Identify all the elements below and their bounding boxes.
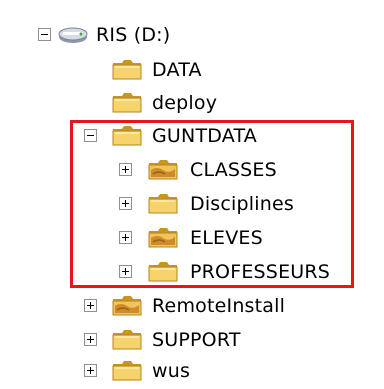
folder-icon	[147, 259, 181, 285]
tree-node-data[interactable]: DATA	[0, 55, 260, 85]
tree-node-label: ELEVES	[190, 227, 263, 249]
tree-node-label: CLASSES	[190, 159, 277, 181]
tree-node-label: DATA	[152, 59, 202, 81]
folder-icon	[111, 90, 145, 116]
tree-node-ris-drive[interactable]: RIS (D:)	[0, 20, 260, 50]
expand-toggle[interactable]	[84, 299, 97, 312]
folder-tree: RIS (D:) DATA deploy GUNTDATA CLASSES Di…	[0, 0, 384, 385]
shared-folder-icon	[111, 293, 145, 319]
folder-icon	[111, 57, 145, 83]
expand-toggle[interactable]	[119, 197, 132, 210]
tree-node-eleves[interactable]: ELEVES	[0, 223, 340, 253]
folder-icon	[111, 358, 145, 384]
tree-node-guntdata[interactable]: GUNTDATA	[0, 121, 340, 151]
tree-node-professeurs[interactable]: PROFESSEURS	[0, 257, 350, 287]
folder-icon	[111, 327, 145, 353]
tree-node-disciplines[interactable]: Disciplines	[0, 189, 340, 219]
collapse-toggle[interactable]	[84, 129, 97, 142]
folder-icon	[111, 123, 145, 149]
tree-node-wus[interactable]: wus	[0, 356, 320, 386]
shared-folder-icon	[147, 225, 181, 251]
tree-node-label: Disciplines	[190, 193, 294, 215]
tree-node-support[interactable]: SUPPORT	[0, 325, 320, 355]
folder-icon	[147, 191, 181, 217]
expand-toggle[interactable]	[84, 364, 97, 377]
tree-node-label: GUNTDATA	[152, 125, 257, 147]
expand-toggle[interactable]	[119, 163, 132, 176]
collapse-toggle[interactable]	[38, 28, 51, 41]
tree-node-label: wus	[152, 360, 191, 382]
expand-toggle[interactable]	[119, 231, 132, 244]
tree-node-label: SUPPORT	[152, 329, 241, 351]
tree-node-remoteinstall[interactable]: RemoteInstall	[0, 291, 320, 321]
drive-icon	[56, 22, 90, 48]
expand-toggle[interactable]	[84, 333, 97, 346]
tree-node-label: deploy	[152, 92, 218, 114]
tree-node-deploy[interactable]: deploy	[0, 88, 260, 118]
expand-toggle[interactable]	[119, 265, 132, 278]
tree-node-label: RIS (D:)	[96, 24, 171, 46]
tree-node-label: RemoteInstall	[152, 295, 286, 317]
shared-folder-icon	[147, 157, 181, 183]
tree-node-classes[interactable]: CLASSES	[0, 155, 340, 185]
tree-node-label: PROFESSEURS	[190, 261, 331, 283]
